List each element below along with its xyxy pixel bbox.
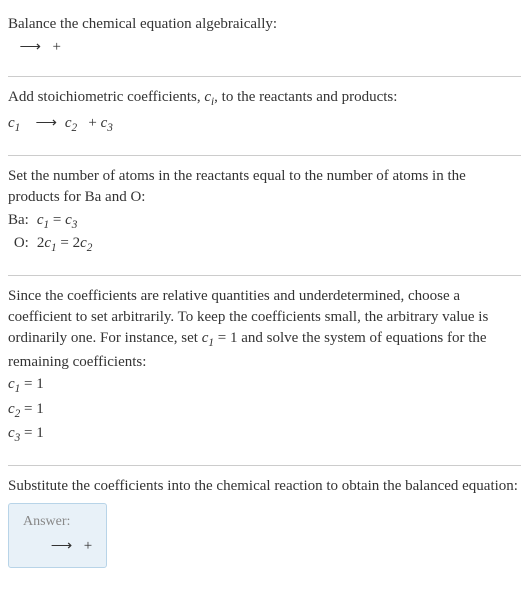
intro-equation: ⟶ + bbox=[8, 37, 521, 58]
solve-text: Since the coefficients are relative quan… bbox=[8, 286, 521, 373]
atom-balance-text: Set the number of atoms in the reactants… bbox=[8, 166, 521, 208]
coef-num: 2 bbox=[73, 235, 81, 251]
plus-sign: + bbox=[84, 538, 92, 554]
c-sub: 1 bbox=[15, 122, 21, 134]
substitute-text: Substitute the coefficients into the che… bbox=[8, 476, 521, 497]
atom-row-o: O: 2c1 = 2c2 bbox=[8, 233, 92, 257]
c-var: c bbox=[37, 212, 44, 228]
section-balance-intro: Balance the chemical equation algebraica… bbox=[8, 4, 521, 77]
section-solve-coefficients: Since the coefficients are relative quan… bbox=[8, 276, 521, 466]
o-label: O: bbox=[8, 233, 37, 257]
answer-equation: ⟶ + bbox=[23, 536, 92, 557]
text-fragment: , to the reactants and products: bbox=[214, 89, 397, 105]
coef-result-3: c3 = 1 bbox=[8, 423, 521, 447]
coef-result-2: c2 = 1 bbox=[8, 399, 521, 423]
text-fragment: Add stoichiometric coefficients, bbox=[8, 89, 204, 105]
eq-value: = 1 bbox=[20, 401, 43, 417]
plus-sign: + bbox=[53, 39, 61, 55]
coef-intro-text: Add stoichiometric coefficients, ci, to … bbox=[8, 87, 521, 111]
c-sub: 3 bbox=[72, 219, 78, 231]
atom-equations-table: Ba: c1 = c3 O: 2c1 = 2c2 bbox=[8, 210, 92, 258]
eq-value: = 1 bbox=[20, 425, 43, 441]
c-sub: 1 bbox=[44, 219, 50, 231]
eq-value: = 1 bbox=[20, 376, 43, 392]
o-equation: 2c1 = 2c2 bbox=[37, 233, 93, 257]
ba-equation: c1 = c3 bbox=[37, 210, 93, 234]
c-sub: 1 bbox=[51, 242, 57, 254]
c-var: c bbox=[8, 376, 15, 392]
answer-label: Answer: bbox=[23, 512, 92, 532]
equals-sign: = bbox=[60, 235, 68, 251]
c-var: c bbox=[8, 115, 15, 131]
section-add-coefficients: Add stoichiometric coefficients, ci, to … bbox=[8, 77, 521, 156]
coef-result-1: c1 = 1 bbox=[8, 374, 521, 398]
c-var: c bbox=[8, 425, 15, 441]
arrow-icon: ⟶ bbox=[51, 536, 73, 557]
c-sub: 2 bbox=[87, 242, 93, 254]
section-final-answer: Substitute the coefficients into the che… bbox=[8, 466, 521, 586]
c-var: c bbox=[44, 235, 51, 251]
coef-equation: c1 ⟶ c2 + c3 bbox=[8, 113, 521, 137]
arrow-icon: ⟶ bbox=[36, 113, 58, 134]
section-atom-balance: Set the number of atoms in the reactants… bbox=[8, 156, 521, 277]
plus-sign: + bbox=[88, 115, 96, 131]
c-var: c bbox=[8, 401, 15, 417]
arrow-icon: ⟶ bbox=[20, 37, 42, 58]
ba-label: Ba: bbox=[8, 210, 37, 234]
c-sub: 2 bbox=[71, 122, 77, 134]
intro-text: Balance the chemical equation algebraica… bbox=[8, 14, 521, 35]
answer-box: Answer: ⟶ + bbox=[8, 503, 107, 568]
ci-var: c bbox=[204, 89, 211, 105]
c-sub: 3 bbox=[107, 122, 113, 134]
equals-sign: = bbox=[53, 212, 61, 228]
c-var: c bbox=[80, 235, 87, 251]
c-var: c bbox=[65, 212, 72, 228]
atom-row-ba: Ba: c1 = c3 bbox=[8, 210, 92, 234]
